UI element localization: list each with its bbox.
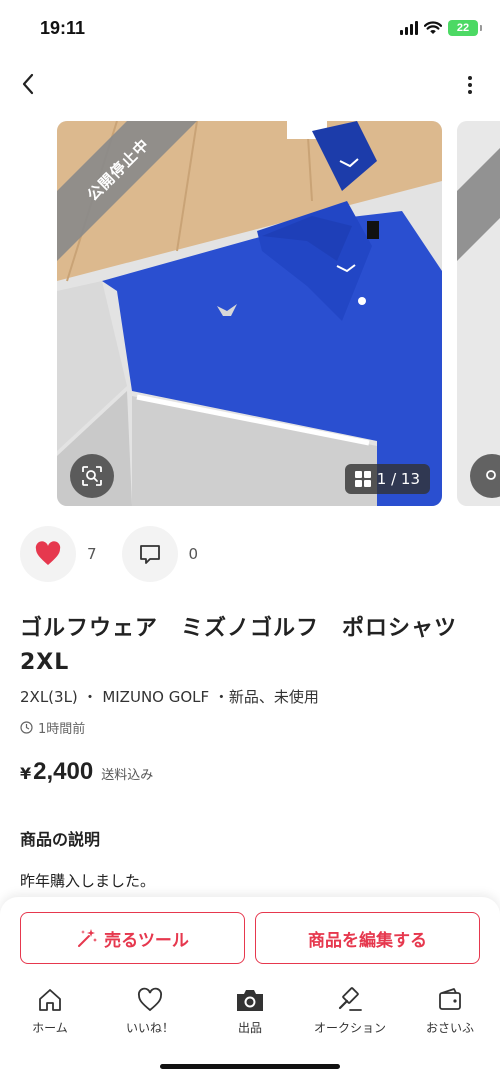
image-carousel[interactable]: 公開停止中 1 / 13 bbox=[0, 121, 500, 506]
tab-sell[interactable]: 出品 bbox=[200, 985, 300, 1045]
wifi-icon bbox=[424, 21, 442, 34]
tab-auction-label: オークション bbox=[313, 1021, 386, 1035]
product-title: ゴルフウェア ミズノゴルフ ポロシャツ 2XL bbox=[20, 616, 481, 675]
tab-likes-label: いいね！ bbox=[125, 1021, 174, 1035]
next-image-photo bbox=[457, 121, 500, 506]
bottom-panel: 売るツール 商品を編集する ホーム いいね！ 出品 オークション おさいふ bbox=[0, 897, 500, 1080]
posted-time-label: 1時間前 bbox=[38, 722, 86, 737]
battery-icon: 22 bbox=[448, 20, 482, 36]
image-counter[interactable]: 1 / 13 bbox=[344, 464, 430, 494]
more-dot-icon bbox=[468, 83, 472, 87]
tab-wallet-label: おさいふ bbox=[425, 1021, 474, 1035]
back-button[interactable] bbox=[12, 68, 44, 100]
shipping-label: 送料込み bbox=[101, 768, 154, 783]
edit-item-button[interactable]: 商品を編集する bbox=[255, 912, 480, 964]
gavel-icon bbox=[338, 987, 362, 1011]
description-text: 昨年購入しました。 bbox=[20, 872, 156, 890]
camera-icon bbox=[237, 990, 263, 1011]
clock-icon bbox=[20, 721, 33, 734]
tab-home-label: ホーム bbox=[32, 1021, 68, 1035]
tab-wallet[interactable]: おさいふ bbox=[400, 985, 500, 1045]
edit-item-label: 商品を編集する bbox=[308, 930, 427, 951]
grid-icon bbox=[354, 471, 371, 487]
wallet-icon bbox=[439, 988, 461, 1010]
tab-bar: ホーム いいね！ 出品 オークション おさいふ bbox=[0, 985, 500, 1045]
sell-tools-button[interactable]: 売るツール bbox=[20, 912, 245, 964]
status-time: 19:11 bbox=[40, 18, 86, 38]
image-counter-label: 1 / 13 bbox=[376, 470, 420, 488]
price-value: 2,400 bbox=[33, 758, 94, 785]
tab-home[interactable]: ホーム bbox=[0, 985, 100, 1045]
status-indicators: 22 bbox=[400, 20, 482, 36]
top-nav bbox=[0, 62, 500, 106]
price-currency: ¥ bbox=[20, 764, 32, 783]
comment-button[interactable] bbox=[121, 526, 178, 582]
price: ¥ 2,400 送料込み bbox=[20, 758, 153, 786]
home-indicator bbox=[160, 1064, 340, 1069]
magic-wand-icon bbox=[78, 929, 98, 947]
sell-tools-label: 売るツール bbox=[104, 930, 189, 951]
heart-icon bbox=[35, 541, 61, 565]
next-product-image[interactable] bbox=[457, 121, 500, 506]
like-count: 7 bbox=[87, 545, 97, 563]
heart-icon bbox=[138, 987, 162, 1012]
zoom-button[interactable] bbox=[70, 454, 114, 498]
like-button[interactable] bbox=[20, 526, 76, 582]
magnify-scan-icon bbox=[82, 466, 102, 486]
tab-sell-label: 出品 bbox=[237, 1021, 262, 1035]
magnify-scan-icon bbox=[486, 470, 496, 480]
tab-auction[interactable]: オークション bbox=[300, 985, 400, 1045]
ribbon-shape bbox=[57, 121, 197, 261]
more-dot-icon bbox=[468, 76, 472, 80]
more-options-button[interactable] bbox=[458, 70, 482, 100]
comment-icon bbox=[139, 545, 160, 564]
more-dot-icon bbox=[468, 90, 472, 94]
signal-icon bbox=[400, 21, 418, 35]
cta-row: 売るツール 商品を編集する bbox=[20, 912, 480, 964]
product-attributes: 2XL(3L) ・ MIZUNO GOLF ・新品、未使用 bbox=[20, 688, 319, 706]
tab-likes[interactable]: いいね！ bbox=[100, 985, 200, 1045]
description-heading: 商品の説明 bbox=[20, 830, 101, 849]
engagement-row: 7 0 bbox=[20, 526, 223, 582]
status-bar: 19:11 22 bbox=[0, 0, 500, 60]
comment-count: 0 bbox=[188, 545, 199, 563]
product-image[interactable]: 公開停止中 1 / 13 bbox=[57, 121, 442, 506]
chevron-left-icon bbox=[22, 73, 34, 95]
home-icon bbox=[39, 989, 61, 1011]
posted-time: 1時間前 bbox=[20, 718, 85, 737]
